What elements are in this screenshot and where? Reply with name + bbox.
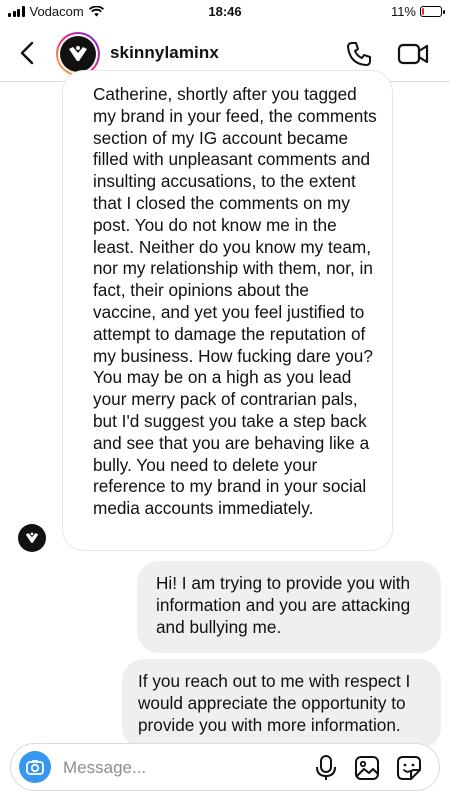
message-line: least. Neither do you know my team,	[93, 236, 371, 257]
message-line: bully. You need to delete your	[93, 454, 318, 475]
message-line: provide you with more information.	[138, 714, 401, 735]
brand-logo-icon	[69, 46, 87, 61]
incoming-message-bubble[interactable]: Catherine, shortly after you tagged my b…	[62, 70, 393, 551]
phone-icon	[347, 42, 371, 66]
outgoing-message-bubble[interactable]: Hi! I am trying to provide you with info…	[137, 561, 441, 653]
sender-avatar[interactable]	[18, 524, 46, 552]
message-line: You may be on a high as you lead	[93, 367, 352, 388]
battery-icon	[420, 6, 445, 17]
message-line: Hi! I am trying to provide you with	[156, 573, 411, 593]
message-line: and see that you are behaving like a	[93, 432, 370, 453]
status-right: 11%	[390, 4, 445, 19]
message-line: section of my IG account became	[93, 127, 349, 148]
message-line: my brand in your feed, the comments	[93, 105, 377, 126]
message-line: Catherine, shortly after you tagged	[93, 84, 357, 104]
message-line: and bullying me.	[156, 616, 282, 637]
message-line: fact, their opinions about the	[93, 280, 309, 301]
sticker-button[interactable]	[395, 754, 423, 782]
status-time: 18:46	[208, 4, 242, 19]
video-call-button[interactable]	[396, 39, 430, 69]
message-line: post. You do not know me in the	[93, 214, 337, 235]
gallery-button[interactable]	[353, 754, 381, 782]
battery-percent: 11%	[390, 4, 416, 19]
camera-icon	[26, 760, 44, 775]
sticker-icon	[397, 756, 421, 780]
message-line: attempt to damage the reputation of	[93, 323, 366, 344]
voice-message-button[interactable]	[313, 754, 339, 782]
message-line: information and you are attacking	[156, 594, 411, 615]
message-line: but I'd suggest you take a step back	[93, 410, 367, 431]
gallery-icon	[355, 756, 379, 780]
camera-button[interactable]	[19, 751, 51, 783]
message-line: media accounts immediately.	[93, 498, 314, 519]
message-line: reference to my brand in your social	[93, 476, 367, 497]
message-line: my business. How fucking dare you?	[93, 345, 373, 366]
video-camera-icon	[397, 43, 429, 65]
back-icon	[20, 41, 34, 65]
chat-username[interactable]: skinnylaminx	[110, 43, 219, 63]
outgoing-message-bubble[interactable]: If you reach out to me with respect I wo…	[122, 659, 441, 749]
brand-logo-icon	[25, 532, 39, 543]
message-line: insulting accusations, to the extent	[93, 171, 356, 192]
microphone-icon	[316, 755, 336, 780]
message-line: If you reach out to me with respect I	[138, 671, 411, 691]
voice-call-button[interactable]	[344, 39, 374, 69]
battery-fill	[422, 8, 425, 15]
message-line: nor my relationship with them, nor, in	[93, 258, 373, 279]
back-button[interactable]	[14, 38, 44, 68]
message-line: your merry pack of contrarian pals,	[93, 389, 358, 410]
message-composer	[10, 743, 440, 791]
message-line: that I closed the comments on my	[93, 192, 350, 213]
status-bar: Vodacom 18:46 11%	[0, 0, 450, 24]
message-line: would appreciate the opportunity to	[138, 692, 406, 713]
message-line: vaccine, and yet you feel justified to	[93, 301, 365, 322]
message-input[interactable]	[63, 756, 263, 780]
message-line: filled with unpleasant comments and	[93, 149, 371, 170]
